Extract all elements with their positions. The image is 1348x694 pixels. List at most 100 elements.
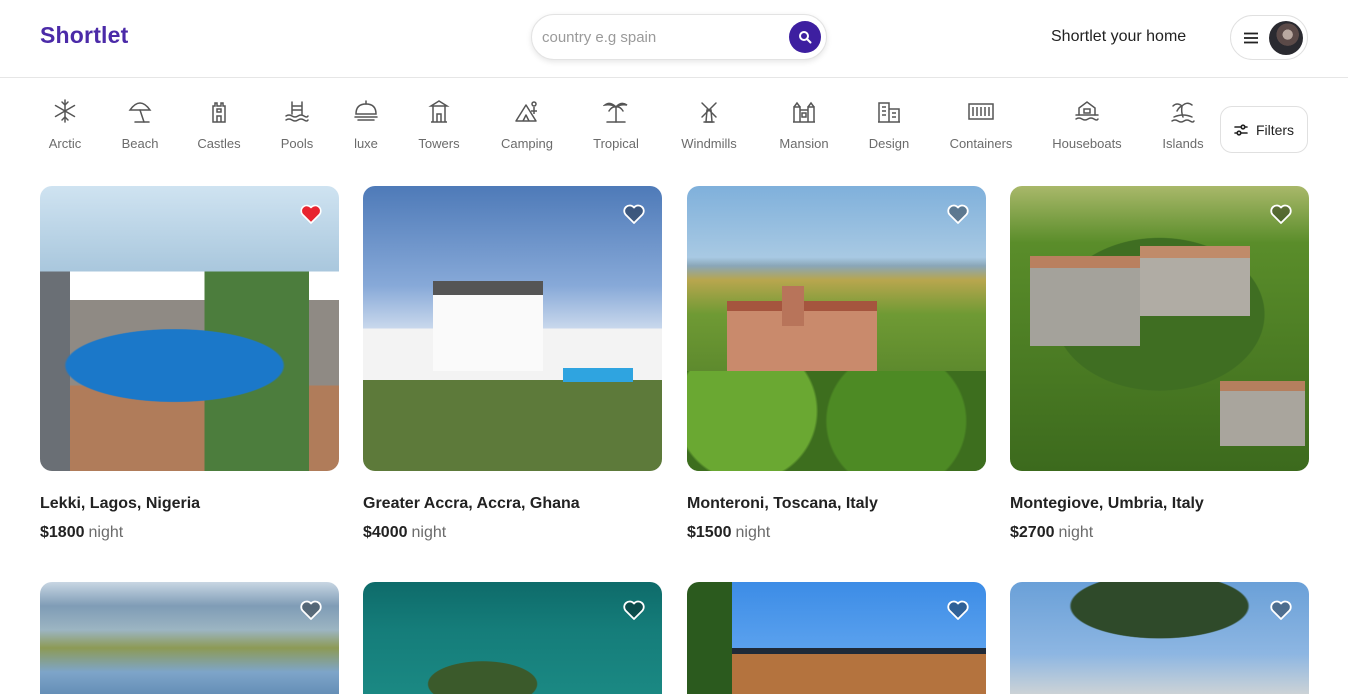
- search-bar: [531, 14, 827, 60]
- category-label: luxe: [354, 136, 378, 151]
- search-icon: [799, 31, 812, 44]
- top-navbar: Shortlet Shortlet your home: [0, 0, 1348, 78]
- listing-location: Monteroni, Toscana, Italy: [687, 495, 878, 512]
- building-icon: [878, 102, 900, 123]
- container-icon: [968, 103, 994, 120]
- photo-detail: [687, 371, 986, 471]
- category-beach[interactable]: Beach: [115, 98, 165, 156]
- category-windmills[interactable]: Windmills: [678, 98, 740, 156]
- mansion-icon: [793, 101, 815, 123]
- listing-card[interactable]: [40, 582, 339, 694]
- listing-photo[interactable]: [1010, 582, 1309, 694]
- sliders-icon: [1234, 123, 1248, 136]
- photo-detail: [1030, 256, 1140, 346]
- price-unit: night: [411, 524, 447, 541]
- listing-card[interactable]: Lekki, Lagos, Nigeria $1800 night: [40, 186, 339, 541]
- category-label: Windmills: [681, 136, 737, 151]
- heart-icon[interactable]: [1269, 202, 1293, 226]
- price-unit: night: [735, 524, 771, 541]
- category-label: Design: [868, 136, 910, 151]
- listing-photo[interactable]: [687, 186, 986, 471]
- pool-icon: [285, 101, 309, 122]
- photo-detail: [782, 286, 804, 326]
- beach-umbrella-icon: [128, 102, 152, 123]
- listing-card[interactable]: [687, 582, 986, 694]
- heart-icon[interactable]: [299, 598, 323, 622]
- search-input[interactable]: [542, 23, 782, 51]
- listing-photo[interactable]: [687, 582, 986, 694]
- listing-location: Lekki, Lagos, Nigeria: [40, 495, 201, 512]
- castle-icon: [212, 102, 226, 123]
- photo-detail: [1140, 246, 1250, 316]
- listing-price: $4000 night: [363, 524, 446, 542]
- user-menu-button[interactable]: [1230, 15, 1308, 60]
- price-unit: night: [88, 524, 124, 541]
- price-amount: $1500: [687, 524, 732, 541]
- heart-icon[interactable]: [946, 202, 970, 226]
- category-label: Beach: [121, 136, 159, 151]
- search-button[interactable]: [789, 21, 821, 53]
- category-design[interactable]: Design: [864, 98, 914, 156]
- listing-card[interactable]: [1010, 582, 1309, 694]
- category-label: Houseboats: [1052, 136, 1122, 151]
- category-pools[interactable]: Pools: [272, 98, 322, 156]
- category-label: Mansion: [779, 136, 829, 151]
- avatar: [1269, 21, 1303, 55]
- category-tropical[interactable]: Tropical: [588, 98, 644, 156]
- listing-card[interactable]: Monteroni, Toscana, Italy $1500 night: [687, 186, 986, 541]
- category-label: Towers: [418, 136, 460, 151]
- listing-card[interactable]: Greater Accra, Accra, Ghana $4000 night: [363, 186, 662, 541]
- category-islands[interactable]: Islands: [1158, 98, 1208, 156]
- category-label: Camping: [500, 136, 554, 151]
- listing-location: Montegiove, Umbria, Italy: [1010, 495, 1204, 512]
- listing-card[interactable]: Montegiove, Umbria, Italy $2700 night: [1010, 186, 1309, 541]
- heart-icon[interactable]: [622, 598, 646, 622]
- listing-price: $2700 night: [1010, 524, 1093, 542]
- category-label: Arctic: [48, 136, 82, 151]
- category-label: Castles: [197, 136, 241, 151]
- island-icon: [1171, 102, 1195, 123]
- category-towers[interactable]: Towers: [414, 98, 464, 156]
- category-houseboats[interactable]: Houseboats: [1050, 98, 1124, 156]
- tent-icon: [515, 101, 537, 122]
- photo-detail: [433, 281, 543, 371]
- category-label: Containers: [949, 136, 1013, 151]
- listing-photo[interactable]: [40, 582, 339, 694]
- category-containers[interactable]: Containers: [946, 98, 1016, 156]
- filters-button[interactable]: Filters: [1220, 106, 1308, 153]
- filters-label: Filters: [1255, 121, 1295, 138]
- listing-photo[interactable]: [40, 186, 339, 471]
- listing-location: Greater Accra, Accra, Ghana: [363, 495, 580, 512]
- category-label: Pools: [280, 136, 314, 151]
- category-luxe[interactable]: luxe: [341, 98, 391, 156]
- category-arctic[interactable]: Arctic: [40, 98, 90, 156]
- photo-detail: [563, 368, 633, 382]
- heart-icon[interactable]: [1269, 598, 1293, 622]
- houseboat-icon: [1075, 101, 1099, 121]
- price-unit: night: [1058, 524, 1094, 541]
- price-amount: $1800: [40, 524, 85, 541]
- heart-icon-filled[interactable]: [299, 202, 323, 226]
- heart-icon[interactable]: [946, 598, 970, 622]
- price-amount: $4000: [363, 524, 408, 541]
- category-camping[interactable]: Camping: [497, 98, 557, 156]
- cloche-icon: [354, 100, 378, 121]
- listing-photo[interactable]: [363, 582, 662, 694]
- category-castles[interactable]: Castles: [194, 98, 244, 156]
- photo-detail: [1220, 381, 1305, 446]
- palm-tree-icon: [603, 102, 628, 123]
- category-label: Tropical: [593, 136, 639, 151]
- listing-photo[interactable]: [1010, 186, 1309, 471]
- listing-price: $1500 night: [687, 524, 770, 542]
- listing-card[interactable]: [363, 582, 662, 694]
- tower-icon: [428, 100, 450, 123]
- shortlet-your-home-link[interactable]: Shortlet your home: [1051, 28, 1186, 46]
- listing-photo[interactable]: [363, 186, 662, 471]
- snowflake-icon: [54, 99, 76, 123]
- heart-icon[interactable]: [622, 202, 646, 226]
- listing-price: $1800 night: [40, 524, 123, 542]
- category-label: Islands: [1162, 136, 1204, 151]
- logo[interactable]: Shortlet: [40, 22, 129, 49]
- windmill-icon: [701, 102, 717, 123]
- category-mansion[interactable]: Mansion: [776, 98, 832, 156]
